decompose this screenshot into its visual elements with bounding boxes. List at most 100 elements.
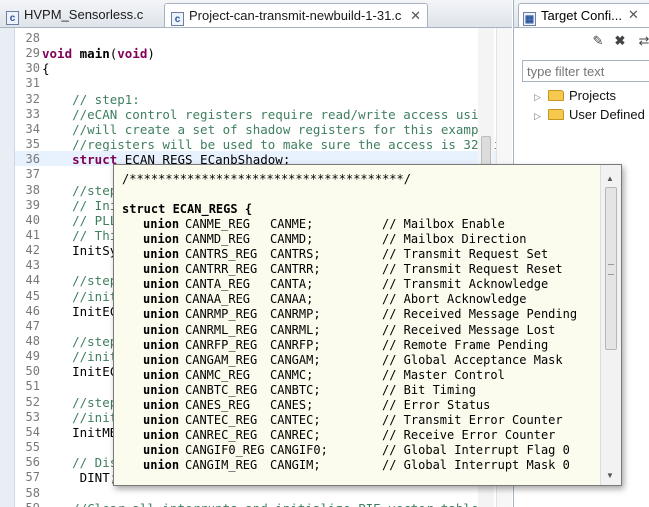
code-line[interactable]: DINT; <box>42 470 118 485</box>
line-number: 37 <box>25 167 40 182</box>
delete-icon[interactable]: ✖ <box>612 33 628 49</box>
field-name: CANRFP; <box>270 337 321 352</box>
close-icon[interactable]: ✕ <box>410 4 421 28</box>
field-comment: // Received Message Lost <box>382 322 556 337</box>
code-line[interactable]: //step <box>42 395 117 410</box>
field-comment: // Transmit Error Counter <box>382 412 563 427</box>
field-comment: // Remote Frame Pending <box>382 337 549 352</box>
close-icon[interactable]: ✕ <box>628 3 639 27</box>
field-name: CANTA; <box>270 277 314 292</box>
code-line[interactable]: //Clear all interrupts and initialize PI… <box>42 501 478 507</box>
line-number: 28 <box>25 31 40 45</box>
code-line[interactable]: // Ini <box>42 198 117 213</box>
field-comment: // Global Acceptance Mask <box>382 352 563 367</box>
field-type: CANAA_REG <box>185 292 251 307</box>
line-number: 41 <box>25 227 40 242</box>
code-line[interactable]: // step1: <box>42 92 140 107</box>
code-line[interactable]: //init <box>42 410 117 425</box>
field-comment: // Transmit Acknowledge <box>382 277 549 292</box>
field-name: CANGIM; <box>270 457 321 472</box>
field-name: CANRMP; <box>270 307 321 322</box>
field-comment: // Receive Error Counter <box>382 427 556 442</box>
code-line[interactable]: //will create a set of shadow registers … <box>42 122 501 137</box>
scroll-down-arrow-icon[interactable]: ▼ <box>606 471 614 480</box>
field-keyword: union <box>143 292 180 307</box>
line-number: 58 <box>25 485 40 500</box>
code-line[interactable]: // Dis <box>42 455 117 470</box>
field-type: CANES_REG <box>185 397 251 412</box>
code-line[interactable]: //eCAN control registers require read/wr… <box>42 107 509 122</box>
code-line[interactable]: { <box>42 61 50 76</box>
field-type: CANTEC_REG <box>185 412 258 427</box>
field-type: CANRML_REG <box>185 322 258 337</box>
code-line[interactable]: InitSy <box>42 243 117 258</box>
code-line[interactable]: InitEC <box>42 304 117 319</box>
line-number: 44 <box>25 273 40 288</box>
new-config-icon[interactable]: ✎ <box>590 33 606 49</box>
line-number: 57 <box>25 470 40 485</box>
field-keyword: union <box>143 427 180 442</box>
line-number: 49 <box>25 349 40 364</box>
struct-hover-popup[interactable]: /**************************************/… <box>113 164 622 486</box>
code-line[interactable]: //init <box>42 349 117 364</box>
tree-item-user-defined[interactable]: ▷ User Defined <box>534 107 645 122</box>
field-type: CANBTC_REG <box>185 382 258 397</box>
field-keyword: union <box>143 397 180 412</box>
field-type: CANRMP_REG <box>185 307 258 322</box>
field-name: CANTRS; <box>270 247 321 262</box>
field-type: CANREC_REG <box>185 427 258 442</box>
scroll-up-arrow-icon[interactable]: ▲ <box>606 174 614 183</box>
popup-content: /**************************************/… <box>122 170 602 482</box>
field-type: CANMD_REG <box>185 232 251 247</box>
tree-item-label: Projects <box>569 88 616 103</box>
code-line[interactable]: InitMB <box>42 425 117 440</box>
code-line[interactable]: //step <box>42 334 117 349</box>
tree-item-projects[interactable]: ▷ Projects <box>534 88 616 103</box>
panel-title: Target Confi... <box>541 8 622 23</box>
code-line[interactable]: //init <box>42 289 117 304</box>
editor-scroll-thumb[interactable] <box>481 136 491 166</box>
line-number: 32 <box>25 91 40 106</box>
line-number: 52 <box>25 394 40 409</box>
field-comment: // Transmit Request Set <box>382 247 549 262</box>
line-number: 40 <box>25 212 40 227</box>
field-comment: // Bit Timing <box>382 382 476 397</box>
c-file-icon: c <box>171 12 184 26</box>
expand-arrow-icon[interactable]: ▷ <box>534 92 544 103</box>
code-line[interactable]: // PLL <box>42 213 117 228</box>
code-line[interactable]: // Thi <box>42 228 117 243</box>
field-comment: // Abort Acknowledge <box>382 292 527 307</box>
field-type: CANTRS_REG <box>185 247 258 262</box>
line-number: 35 <box>25 137 40 152</box>
line-number: 59 <box>14 501 40 507</box>
field-comment: // Transmit Request Reset <box>382 262 563 277</box>
field-keyword: union <box>143 457 180 472</box>
code-line[interactable]: //step <box>42 183 117 198</box>
code-line[interactable]: void main(void) <box>42 46 155 61</box>
filter-input[interactable] <box>522 60 649 82</box>
line-number: 31 <box>25 76 40 91</box>
field-name: CANMC; <box>270 367 314 382</box>
line-number: 55 <box>25 440 40 455</box>
tab-project-can-transmit[interactable]: c Project-can-transmit-newbuild-1-31.c ✕ <box>164 3 428 27</box>
field-type: CANRFP_REG <box>185 337 258 352</box>
field-comment: // Mailbox Enable <box>382 217 505 232</box>
popup-header-comment: /**************************************/ <box>122 172 411 186</box>
link-icon[interactable]: ⇄ <box>636 33 649 49</box>
expand-arrow-icon[interactable]: ▷ <box>534 111 544 122</box>
tab-hvpm-sensorless[interactable]: c HVPM_Sensorless.c <box>0 3 160 27</box>
popup-scroll-thumb[interactable] <box>605 187 617 350</box>
field-type: CANGIF0_REG <box>185 442 265 457</box>
code-line[interactable]: //step <box>42 273 117 288</box>
code-line[interactable]: InitEC <box>42 364 117 379</box>
popup-struct-declaration: struct ECAN_REGS { <box>122 202 253 217</box>
panel-tab-bar: ▦ Target Confi... ✕ <box>514 0 649 28</box>
tab-label: HVPM_Sensorless.c <box>24 7 144 22</box>
field-keyword: union <box>143 277 180 292</box>
line-number: 54 <box>25 424 40 439</box>
popup-scrollbar[interactable]: ▲ ▼ <box>600 165 621 485</box>
editor-ruler <box>0 28 15 507</box>
code-line[interactable]: //registers will be used to make sure th… <box>42 137 509 152</box>
field-keyword: union <box>143 232 180 247</box>
target-config-icon: ▦ <box>523 12 536 26</box>
